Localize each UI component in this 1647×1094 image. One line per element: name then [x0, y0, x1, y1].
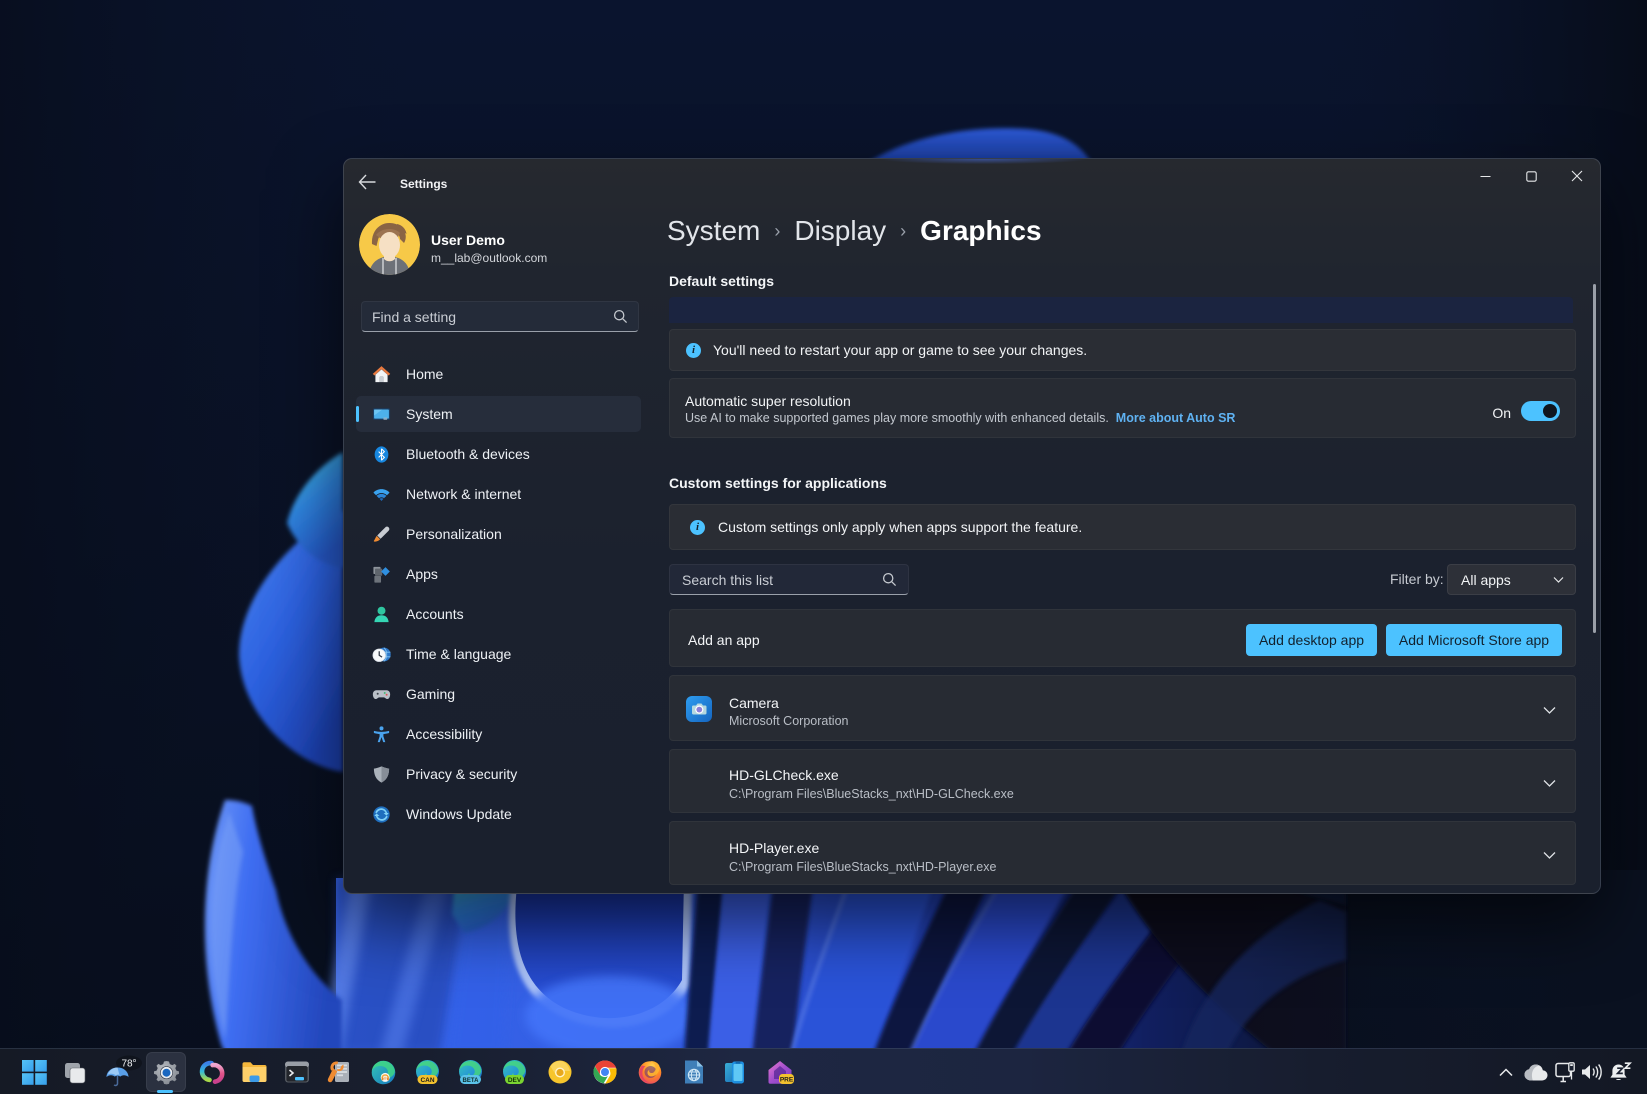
svg-text:BETA: BETA: [462, 1077, 479, 1083]
svg-text:78°: 78°: [121, 1059, 136, 1070]
svg-text:CAN: CAN: [420, 1076, 434, 1083]
svg-text:PRE: PRE: [780, 1076, 794, 1083]
svg-text:DEV: DEV: [507, 1076, 521, 1083]
